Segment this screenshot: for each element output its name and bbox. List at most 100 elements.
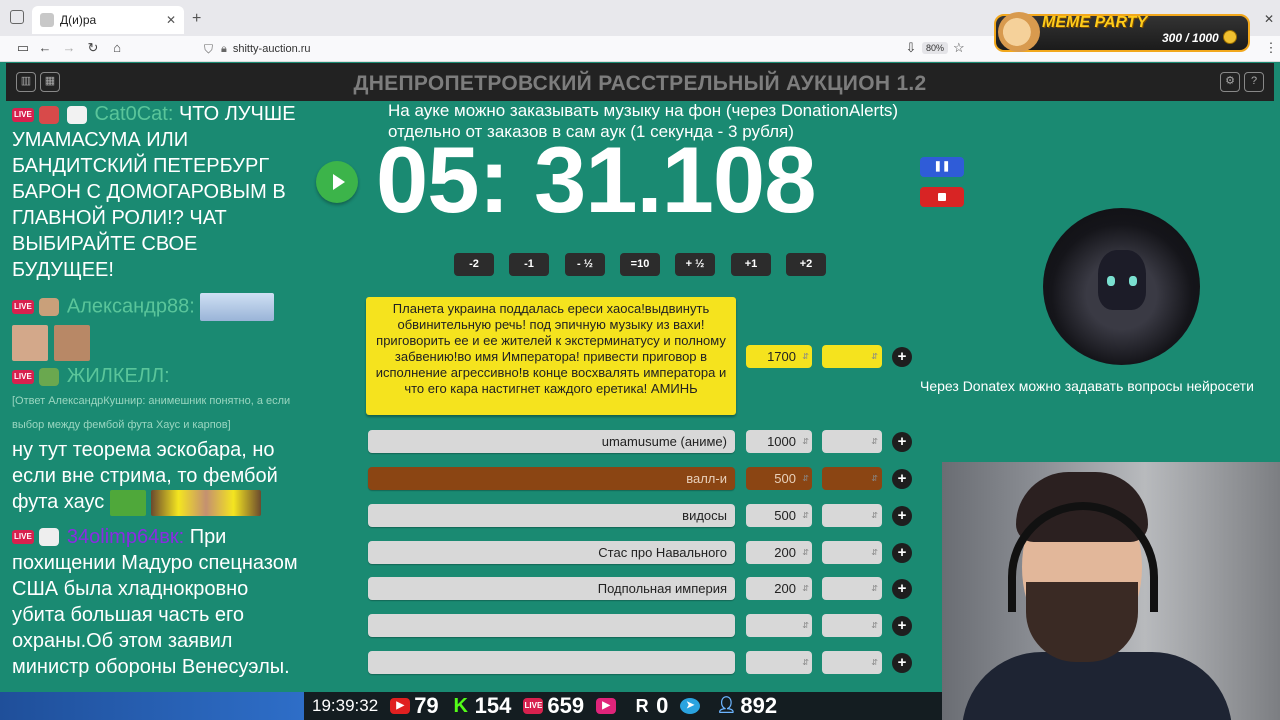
lot-add-input[interactable] (822, 467, 882, 490)
lot-amount[interactable] (746, 651, 812, 674)
lot-add-button[interactable]: + (892, 432, 912, 452)
viewers-stat: 👤︎ 892 (716, 693, 777, 719)
clock: 19:39:32 (312, 696, 379, 715)
lot-name[interactable]: Стас про Навального (368, 541, 735, 564)
save-page-icon[interactable]: ⇩ (902, 40, 920, 56)
time-minus-2-button[interactable]: -2 (454, 253, 494, 276)
settings-icon[interactable]: ⚙ (1220, 72, 1240, 92)
lock-icon[interactable]: 🔒︎ (221, 43, 227, 56)
lot-add-button[interactable]: + (892, 506, 912, 526)
lot-amount[interactable]: 500 (746, 467, 812, 490)
meme-party-count: 300 / 1000 (1162, 31, 1219, 45)
lot-name[interactable]: валл-и (368, 467, 735, 490)
lot-add-button[interactable]: + (892, 543, 912, 563)
lot-add-input[interactable] (822, 614, 882, 637)
vk-live-count: 659 (547, 693, 585, 718)
lot-name[interactable] (368, 651, 735, 674)
close-icon[interactable]: ✕ (166, 13, 176, 27)
avatar-eye (1107, 276, 1115, 286)
pause-button[interactable]: ❚❚ (920, 157, 964, 177)
time-plus-half-button[interactable]: + ½ (675, 253, 715, 276)
lot-name[interactable]: umamusume (аниме) (368, 430, 735, 453)
face-emote-icon (12, 325, 48, 361)
youtube-stat: ▶ 79 (390, 693, 439, 719)
new-tab-icon[interactable]: + (192, 10, 201, 28)
live-badge-icon: LIVE (12, 300, 34, 314)
lot-add-button[interactable]: + (892, 347, 912, 367)
play-button[interactable] (316, 161, 358, 203)
help-icon[interactable]: ? (1244, 72, 1264, 92)
vk-live-icon: LIVE (523, 698, 544, 714)
lot-add-button[interactable]: + (892, 616, 912, 636)
time-minus-half-button[interactable]: - ½ (565, 253, 605, 276)
time-minus-1-button[interactable]: -1 (509, 253, 549, 276)
chat-message: LIVE ЖИЛКЕЛЛ: (12, 363, 304, 389)
close-window-icon[interactable]: ✕ (1264, 12, 1274, 26)
lot-add-button[interactable]: + (892, 653, 912, 673)
panda-badge-icon (39, 528, 60, 547)
time-plus-1-button[interactable]: +1 (731, 253, 771, 276)
time-plus-2-button[interactable]: +2 (786, 253, 826, 276)
live-badge-icon: LIVE (12, 530, 34, 545)
lot-name[interactable]: видосы (368, 504, 735, 527)
stream-overlay-strip (0, 692, 304, 720)
page-title: ДНЕПРОПЕТРОВСКИЙ РАССТРЕЛЬНЫЙ АУКЦИОН 1.… (353, 72, 927, 95)
lot-add-input[interactable] (822, 504, 882, 527)
countdown-timer: 05: 31.108 (376, 127, 816, 232)
stop-button[interactable] (920, 187, 964, 207)
lot-add-input[interactable] (822, 541, 882, 564)
chat-message: LIVE Александр88: (12, 293, 304, 361)
back-icon[interactable]: ← (36, 40, 54, 55)
url-text: shitty-auction.ru (232, 43, 311, 55)
home-icon[interactable]: ⌂ (108, 40, 126, 55)
zoom-level[interactable]: 80% (922, 42, 949, 54)
chat-nick: Cat0Cat: (94, 103, 174, 125)
lot-amount[interactable]: 500 (746, 504, 812, 527)
lot-name[interactable]: Подпольная империя (368, 577, 735, 600)
lot-amount[interactable]: 1700 (746, 345, 812, 368)
lot-name[interactable] (368, 614, 735, 637)
chat-message: LIVE Cat0Cat: ЧТО ЛУЧШЕ УМАМАСУМА ИЛИ БА… (12, 101, 304, 283)
lot-amount[interactable] (746, 614, 812, 637)
r-count: 0 (656, 693, 669, 718)
dance-emote-icon (151, 489, 262, 516)
chat-text: ЧТО ЛУЧШЕ УМАМАСУМА ИЛИ БАНДИТСКИЙ ПЕТЕР… (12, 103, 296, 281)
lot-add-input[interactable] (822, 430, 882, 453)
browser-tab[interactable]: Д(и)ра ✕ (32, 6, 184, 34)
lot-add-input[interactable] (822, 651, 882, 674)
reload-icon[interactable]: ↻ (84, 40, 102, 56)
lot-amount[interactable]: 200 (746, 541, 812, 564)
vk-live-stat: LIVE 659 (523, 693, 584, 719)
lot-top-name[interactable]: Планета украина поддалась ереси хаоса!вы… (366, 297, 736, 415)
heart-badge-icon (39, 105, 60, 124)
lot-add-button[interactable]: + (892, 579, 912, 599)
kick-stat: K 154 (451, 693, 511, 719)
time-set-10-button[interactable]: =10 (620, 253, 660, 276)
tab-list-icon[interactable] (10, 10, 24, 24)
r-stat: R 0 (632, 693, 669, 719)
shield-icon[interactable]: ⛉ (204, 42, 213, 57)
viewers-icon: 👤︎ (716, 697, 737, 714)
address-bar[interactable]: ⛉ 🔒︎ shitty-auction.ru (204, 39, 974, 59)
kick-icon: K (453, 695, 468, 717)
ai-avatar (1043, 208, 1200, 365)
avatar-face (1098, 250, 1146, 310)
chat-reply: [Ответ АлександрКушнир: анимешник понятн… (12, 395, 291, 431)
favicon-icon (40, 13, 54, 27)
coin-icon (1223, 30, 1237, 44)
lot-amount[interactable]: 1000 (746, 430, 812, 453)
lot-add-input[interactable] (822, 577, 882, 600)
lot-amount[interactable]: 200 (746, 577, 812, 600)
lot-add-button[interactable]: + (892, 469, 912, 489)
menu-icon[interactable]: ⋮ (1262, 40, 1280, 56)
chat-message: LIVE 34olimp64вк: При похищении Мадуро с… (12, 524, 304, 680)
sidebar-icon[interactable]: ▭ (14, 40, 32, 56)
webcam-feed (942, 462, 1280, 720)
lot-add-input[interactable] (822, 345, 882, 368)
bookmark-star-icon[interactable]: ☆ (953, 40, 965, 56)
r-icon: R (635, 696, 649, 716)
forward-icon[interactable]: → (60, 40, 78, 55)
chat-nick: Александр88: (66, 295, 195, 318)
chat-nick: ЖИЛКЕЛЛ: (66, 365, 170, 387)
emote-badge-icon (66, 105, 87, 124)
